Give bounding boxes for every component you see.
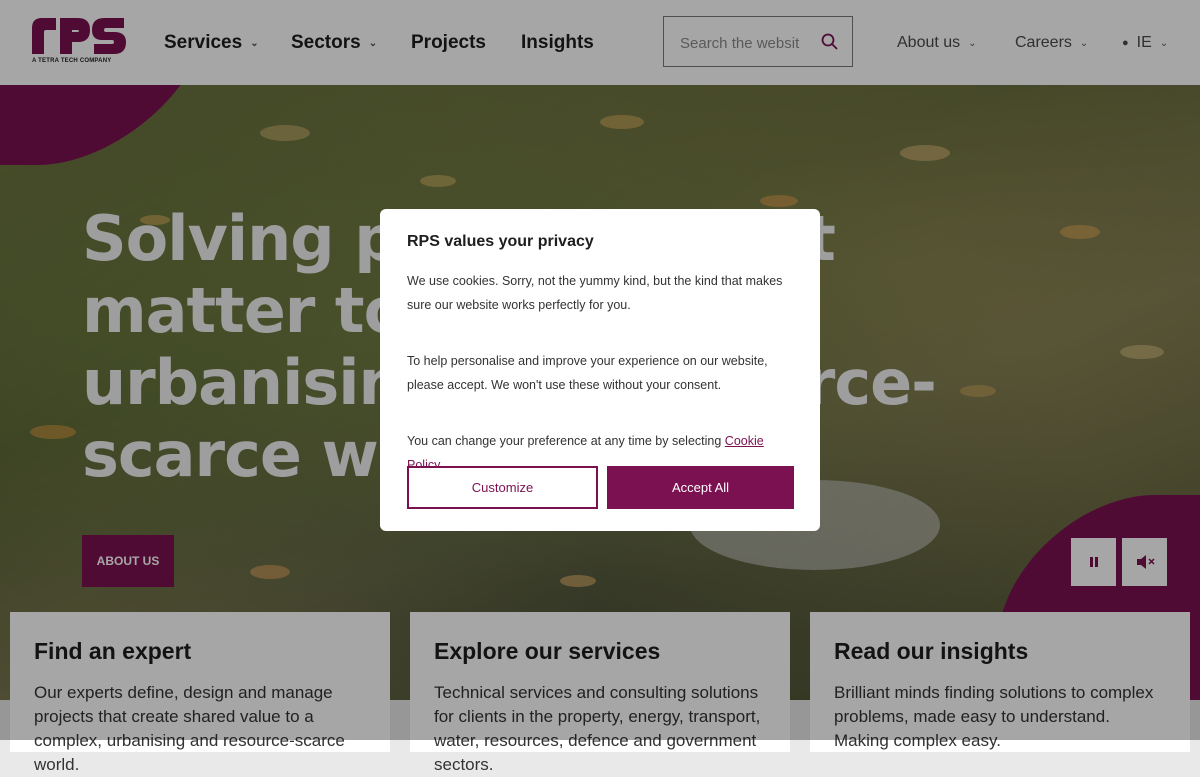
consent-paragraph-3-text: You can change your preference at any ti… xyxy=(407,434,725,448)
customize-button[interactable]: Customize xyxy=(407,466,598,509)
consent-paragraph-1: We use cookies. Sorry, not the yummy kin… xyxy=(407,274,783,312)
cookie-consent-dialog: RPS values your privacy We use cookies. … xyxy=(380,209,820,531)
accept-all-button[interactable]: Accept All xyxy=(607,466,794,509)
consent-actions: Customize Accept All xyxy=(407,466,794,509)
consent-paragraph-2: To help personalise and improve your exp… xyxy=(407,354,768,392)
consent-title: RPS values your privacy xyxy=(407,233,594,250)
